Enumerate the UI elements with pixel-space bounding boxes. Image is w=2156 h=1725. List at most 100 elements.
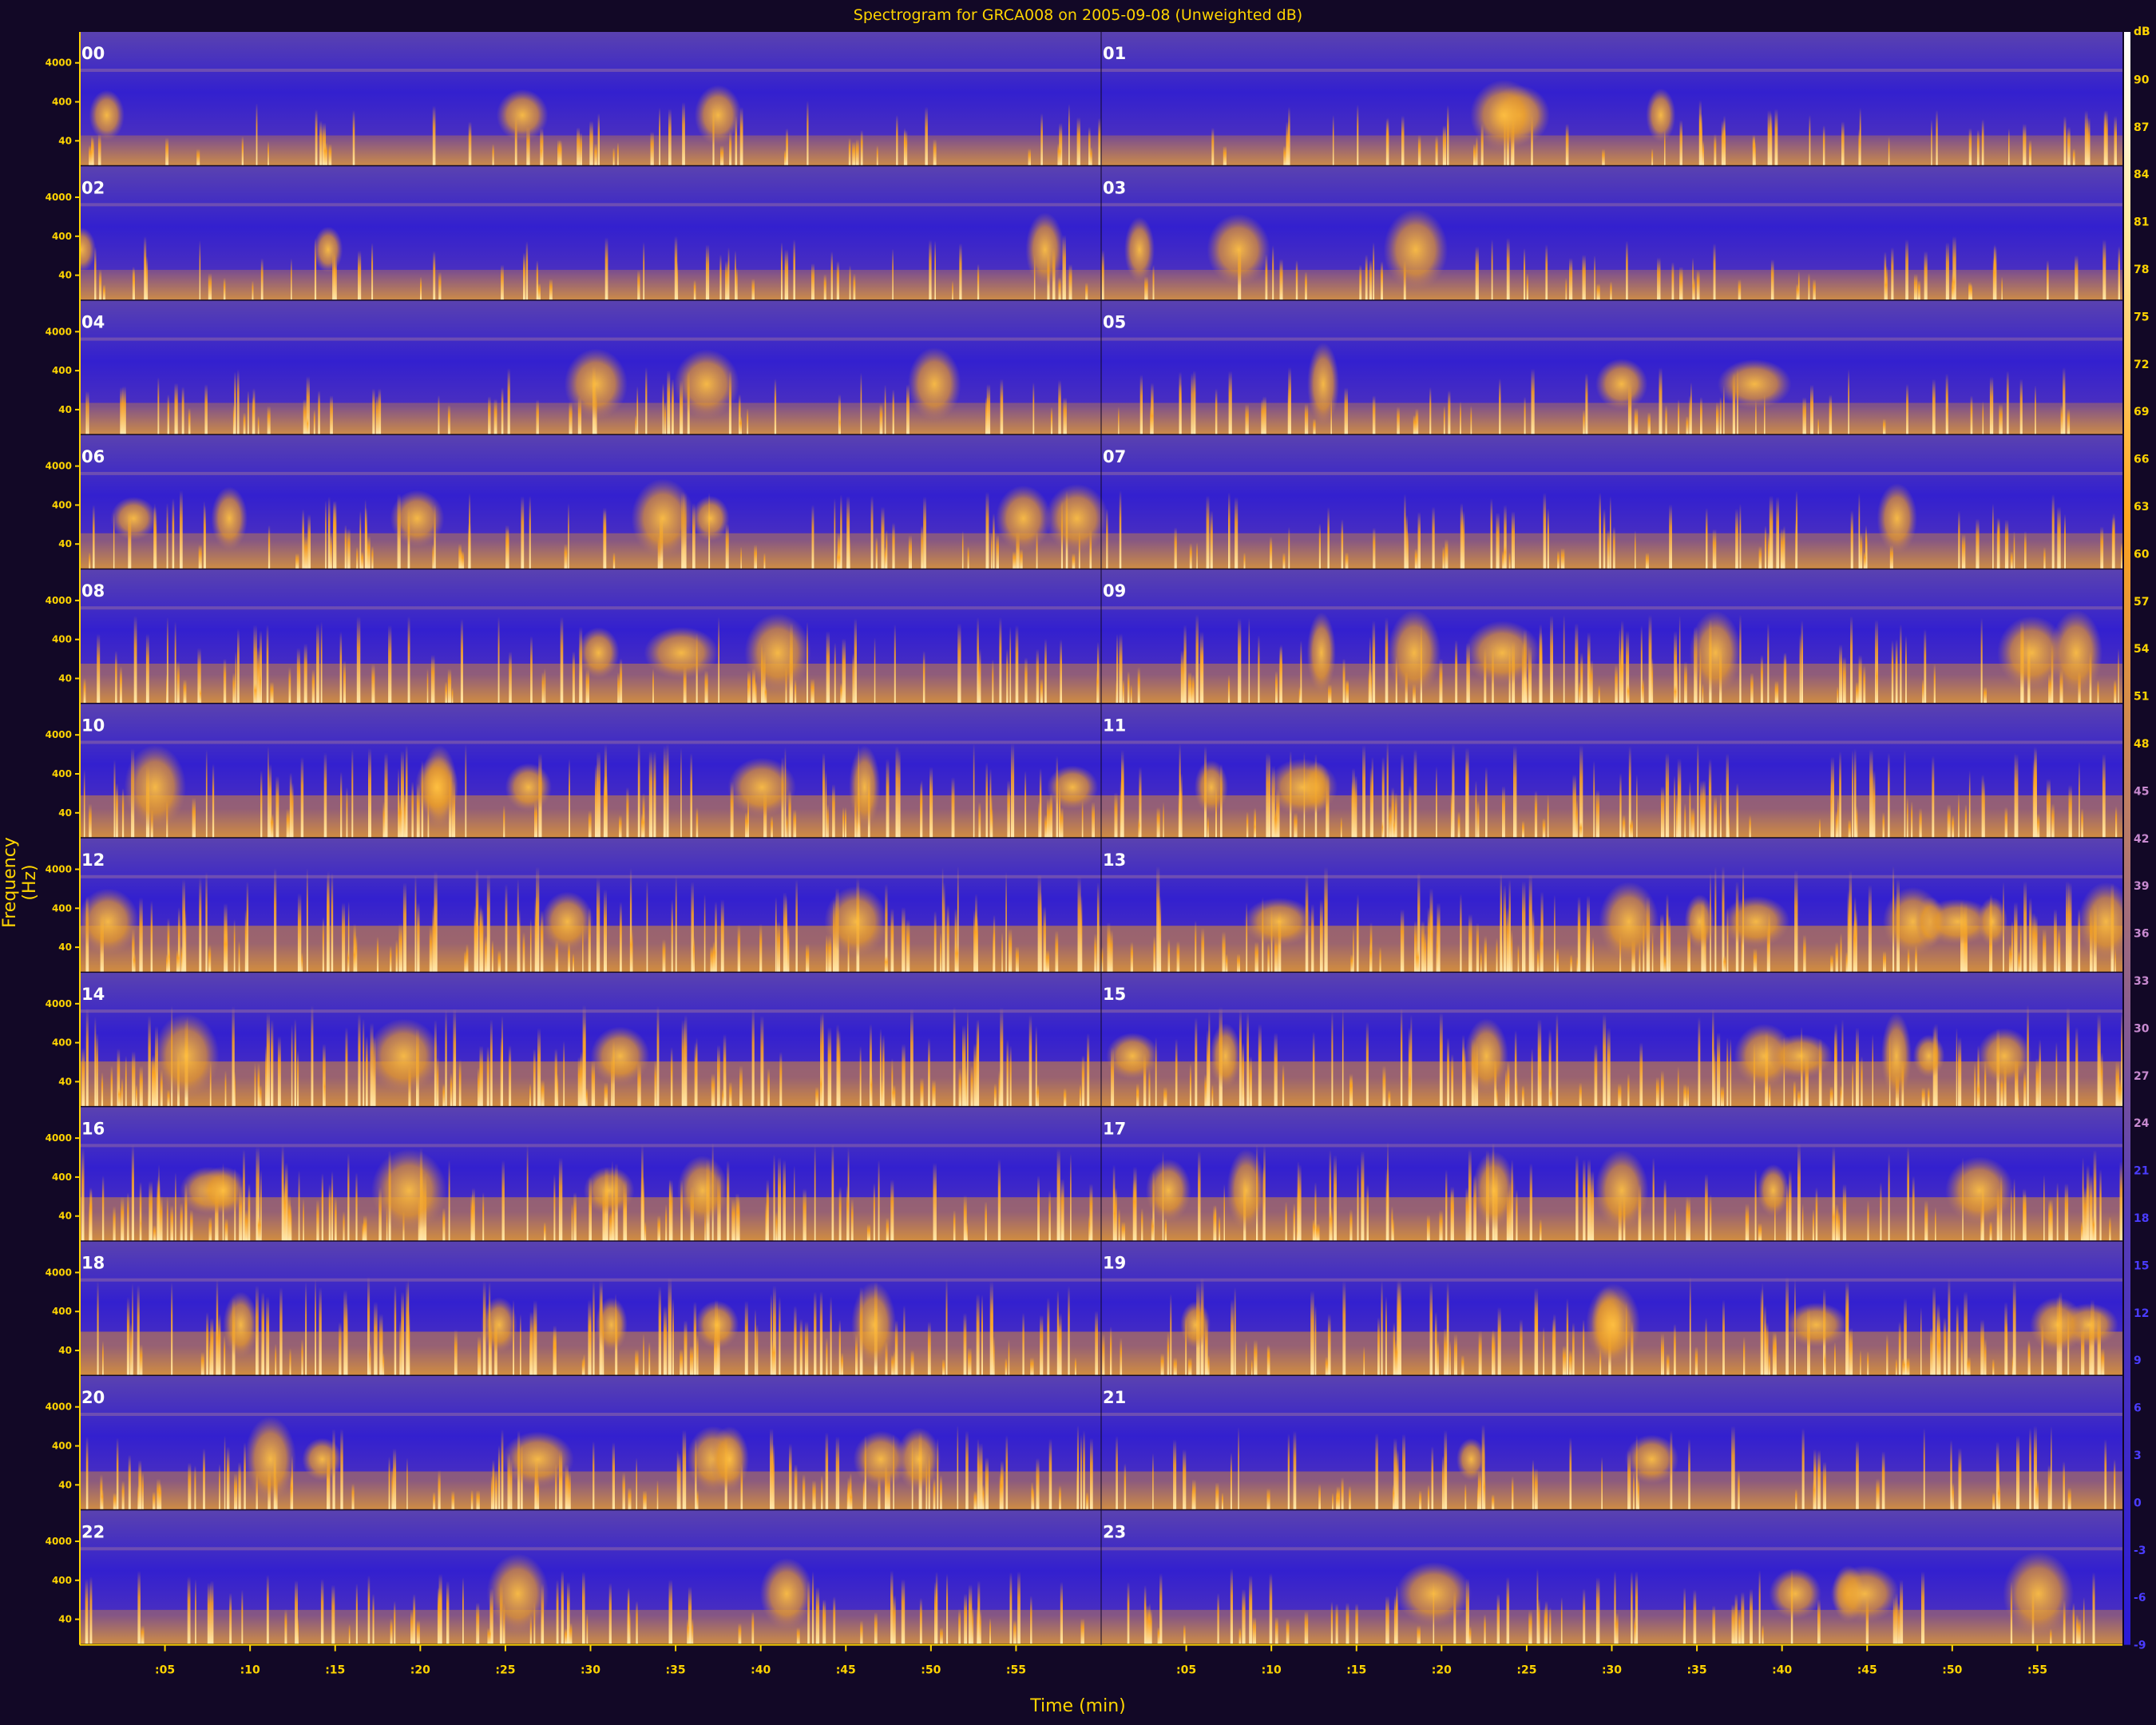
energy-spike: [501, 1429, 504, 1511]
energy-spike: [588, 810, 592, 839]
energy-spike: [232, 1005, 235, 1108]
energy-spike: [1974, 1062, 1976, 1108]
energy-spike: [1705, 1174, 1708, 1242]
energy-spike: [1417, 1625, 1421, 1645]
energy-spike: [1886, 1334, 1888, 1376]
energy-spike: [1195, 614, 1199, 704]
energy-spike: [1047, 1297, 1050, 1376]
sound-event: [1472, 1151, 1516, 1230]
x-tick-label: :05: [1176, 1664, 1196, 1677]
energy-spike: [815, 1587, 820, 1645]
energy-spike: [1405, 514, 1408, 570]
energy-spike: [1750, 672, 1754, 704]
energy-spike: [1121, 750, 1124, 839]
energy-spike: [1582, 254, 1586, 301]
energy-spike: [1603, 1013, 1607, 1108]
energy-spike: [678, 1453, 681, 1511]
energy-spike: [896, 114, 898, 167]
energy-spike: [113, 1206, 116, 1242]
colorbar-tick-label: 54: [2134, 643, 2150, 656]
energy-spike: [127, 1192, 129, 1242]
energy-spike: [1808, 273, 1810, 301]
energy-spike: [182, 879, 185, 974]
energy-spike: [976, 1019, 980, 1108]
energy-spike: [648, 751, 653, 839]
energy-spike: [1445, 539, 1449, 570]
energy-spike: [1096, 669, 1099, 704]
energy-spike: [1622, 815, 1626, 839]
energy-spike: [1544, 1600, 1548, 1645]
energy-spike: [620, 902, 622, 974]
energy-spike: [583, 1022, 586, 1108]
sound-event: [853, 1430, 909, 1488]
energy-spike: [447, 405, 450, 435]
energy-spike: [541, 672, 544, 704]
energy-spike: [234, 371, 236, 435]
energy-spike: [1895, 639, 1898, 704]
energy-spike: [232, 672, 236, 704]
energy-spike: [902, 906, 906, 974]
energy-spike: [432, 905, 436, 974]
energy-spike: [696, 807, 699, 839]
energy-spike: [1750, 1588, 1753, 1645]
energy-spike: [113, 759, 116, 839]
energy-spike: [359, 510, 362, 570]
energy-spike: [1005, 1358, 1008, 1376]
energy-spike: [266, 625, 269, 704]
energy-spike: [1183, 1449, 1187, 1511]
sound-event: [564, 348, 628, 420]
hour-label: 16: [81, 1119, 105, 1138]
energy-spike: [266, 1574, 269, 1645]
energy-spike: [1028, 1015, 1032, 1108]
energy-spike: [796, 1628, 800, 1645]
energy-spike: [196, 149, 200, 167]
energy-spike: [717, 1045, 720, 1108]
energy-spike: [1417, 134, 1421, 167]
energy-spike: [175, 1172, 176, 1242]
energy-spike: [1436, 766, 1437, 839]
energy-spike: [1055, 930, 1059, 974]
energy-spike: [210, 1318, 214, 1376]
energy-spike: [1674, 1207, 1676, 1242]
energy-spike: [902, 1044, 906, 1108]
energy-spike: [1496, 1593, 1500, 1645]
energy-spike: [793, 239, 795, 301]
energy-spike: [643, 1333, 644, 1376]
energy-spike: [1587, 1159, 1591, 1242]
energy-spike: [1634, 407, 1639, 435]
energy-spike: [1550, 615, 1553, 704]
energy-spike: [1314, 1305, 1317, 1376]
energy-spike: [2013, 531, 2015, 570]
energy-spike: [323, 1075, 326, 1108]
y-tick-label: 40: [58, 404, 72, 415]
energy-spike: [1110, 1326, 1112, 1376]
energy-spike: [1898, 1321, 1901, 1376]
energy-spike: [1394, 792, 1397, 839]
energy-spike: [2004, 1302, 2007, 1376]
energy-spike: [805, 1321, 809, 1376]
energy-spike: [1569, 258, 1573, 301]
sound-event: [367, 1018, 441, 1094]
energy-spike: [1357, 1164, 1359, 1242]
energy-spike: [2034, 746, 2037, 839]
energy-spike: [1507, 1061, 1510, 1108]
energy-spike: [1057, 143, 1061, 167]
sound-event: [590, 1026, 650, 1086]
energy-spike: [620, 658, 623, 704]
energy-spike: [1556, 1013, 1559, 1108]
energy-spike: [1968, 770, 1971, 839]
energy-spike: [1006, 1039, 1009, 1108]
energy-spike: [1312, 1031, 1315, 1108]
energy-spike: [1189, 543, 1192, 570]
energy-spike: [754, 545, 757, 570]
energy-spike: [1222, 931, 1226, 974]
energy-spike: [204, 384, 208, 435]
energy-spike: [1936, 109, 1938, 167]
sound-event: [1456, 1438, 1486, 1481]
energy-spike: [2051, 494, 2055, 570]
energy-spike: [1543, 1326, 1545, 1376]
sound-event: [496, 89, 549, 141]
energy-spike: [391, 1467, 394, 1511]
energy-spike: [1536, 1568, 1539, 1645]
energy-spike: [1921, 1087, 1925, 1108]
